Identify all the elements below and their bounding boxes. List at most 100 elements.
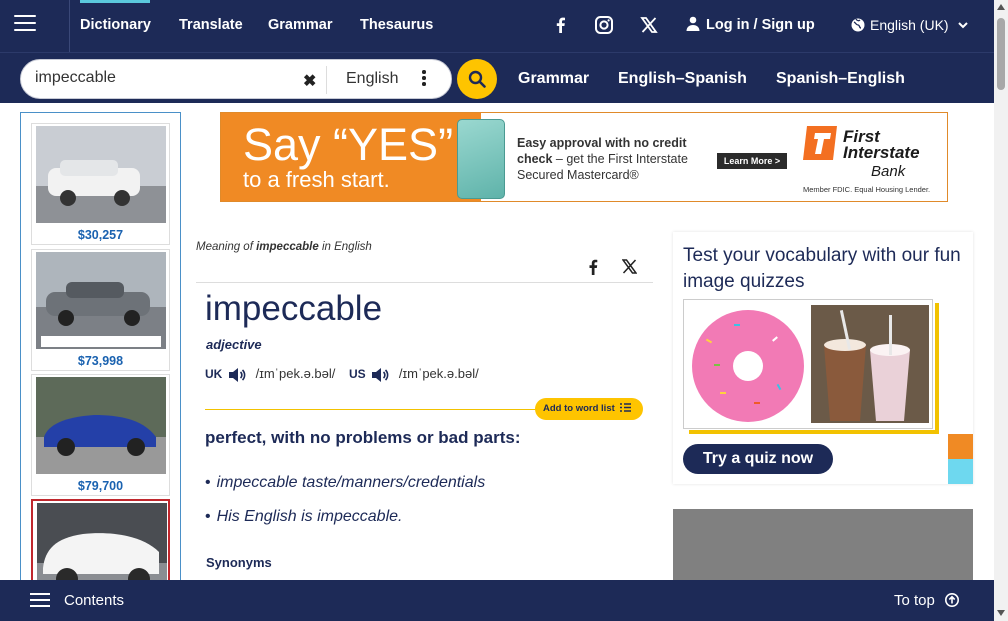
- add-to-word-list-label: Add to word list: [543, 403, 615, 414]
- list-icon: [620, 403, 632, 412]
- divider: [205, 409, 540, 410]
- add-to-word-list-button[interactable]: Add to word list: [535, 398, 643, 420]
- nav-translate[interactable]: Translate: [179, 17, 243, 33]
- headword: impeccable: [205, 289, 383, 328]
- car-photo: [36, 252, 166, 349]
- ad-headline: Say “YES”: [243, 119, 454, 170]
- arrow-up-circle-icon: [945, 593, 960, 607]
- ad-fineprint: Member FDIC. Equal Housing Lender.: [803, 185, 931, 194]
- us-ipa: /ɪmˈpek.ə.bəl/: [398, 366, 479, 381]
- search-language-selector[interactable]: English: [346, 70, 398, 88]
- quiz-widget: Test your vocabulary with our fun image …: [673, 232, 973, 484]
- contents-menu-icon[interactable]: [30, 593, 50, 609]
- to-top-label: To top: [894, 592, 935, 609]
- car-listing[interactable]: $73,998: [31, 249, 170, 371]
- menu-icon[interactable]: [14, 15, 36, 33]
- quiz-title: Test your vocabulary with our fun image …: [683, 245, 961, 292]
- divider: [326, 66, 327, 94]
- uk-ipa: /ɪmˈpek.ə.bəl/: [255, 366, 336, 381]
- definition: perfect, with no problems or bad parts:: [205, 428, 521, 447]
- link-english-spanish[interactable]: English–Spanish: [618, 70, 747, 88]
- scrollbar[interactable]: [994, 0, 1008, 621]
- more-options-icon[interactable]: [421, 69, 427, 89]
- scroll-down-arrow-icon[interactable]: [997, 610, 1005, 616]
- to-top-link[interactable]: To top: [894, 592, 960, 609]
- quiz-image[interactable]: [683, 299, 933, 429]
- ad-learn-more-button[interactable]: Learn More >: [717, 153, 787, 169]
- language-label: English (UK): [870, 17, 949, 33]
- try-quiz-button[interactable]: Try a quiz now: [683, 444, 833, 474]
- login-link[interactable]: Log in / Sign up: [686, 16, 815, 33]
- login-label: Log in / Sign up: [706, 17, 815, 33]
- quiz-image-accent: [935, 303, 939, 433]
- example-text: impeccable taste/manners/credentials: [216, 474, 486, 491]
- example-item: • impeccable taste/manners/credentials: [205, 474, 485, 492]
- x-icon[interactable]: [639, 15, 659, 35]
- uk-label: UK: [205, 367, 223, 381]
- clear-search-icon[interactable]: ✖: [303, 71, 316, 91]
- car-photo: [36, 377, 166, 474]
- instagram-icon[interactable]: [594, 15, 614, 35]
- facebook-icon[interactable]: [551, 15, 571, 35]
- example-item: • His English is impeccable.: [205, 508, 402, 526]
- car-photo: [36, 126, 166, 223]
- car-price: $30,257: [77, 228, 124, 242]
- ad-brand-line2: Interstate: [843, 143, 920, 162]
- example-text: His English is impeccable.: [216, 508, 403, 525]
- divider: [69, 0, 70, 52]
- nav-dictionary[interactable]: Dictionary: [80, 17, 151, 33]
- top-navbar: Dictionary Translate Grammar Thesaurus L…: [0, 0, 994, 52]
- car-price: $79,700: [77, 479, 124, 493]
- search-box: ✖ English: [20, 59, 452, 99]
- ad-orange-panel: Say “YES” to a fresh start.: [221, 113, 481, 201]
- scroll-up-arrow-icon[interactable]: [997, 4, 1005, 10]
- meaning-suffix: in English: [318, 241, 372, 253]
- link-spanish-english[interactable]: Spanish–English: [776, 70, 905, 88]
- quiz-image-art: [684, 300, 932, 428]
- pronunciation-row: UK /ɪmˈpek.ə.bəl/ US /ɪmˈpek.ə.bəl/: [205, 366, 479, 383]
- credit-card-image: [457, 119, 505, 199]
- share-facebook-icon[interactable]: [587, 259, 599, 275]
- search-button[interactable]: [457, 59, 497, 99]
- nav-grammar[interactable]: Grammar: [268, 17, 332, 33]
- language-selector[interactable]: English (UK): [851, 17, 969, 33]
- decorative-square: [948, 459, 973, 484]
- car-ad-column: $30,257 $73,998 $79,700: [20, 112, 181, 582]
- bullet: •: [205, 508, 211, 525]
- us-label: US: [349, 367, 366, 381]
- quiz-image-accent: [689, 430, 939, 434]
- ad-brand-line3: Bank: [871, 163, 906, 180]
- ad-placeholder: [673, 509, 973, 589]
- banner-ad[interactable]: Say “YES” to a fresh start. Easy approva…: [220, 112, 948, 202]
- bank-logo-icon: [803, 126, 837, 160]
- meaning-prefix: Meaning of: [196, 241, 257, 253]
- bottom-bar: Contents To top: [0, 580, 994, 621]
- bullet: •: [205, 474, 211, 491]
- search-icon: [468, 70, 486, 88]
- car-price: $73,998: [77, 354, 124, 368]
- active-tab-indicator: [80, 0, 150, 3]
- link-grammar[interactable]: Grammar: [518, 70, 589, 88]
- decorative-square: [948, 434, 973, 459]
- nav-thesaurus[interactable]: Thesaurus: [360, 17, 433, 33]
- ad-subhead: to a fresh start.: [243, 167, 390, 192]
- ad-brand: First Interstate: [843, 128, 920, 162]
- scroll-thumb[interactable]: [997, 18, 1005, 90]
- search-input[interactable]: [35, 69, 295, 87]
- meaning-heading: Meaning of impeccable in English: [196, 241, 372, 253]
- contents-link[interactable]: Contents: [64, 592, 124, 609]
- user-icon: [686, 16, 700, 31]
- chevron-down-icon: [958, 22, 969, 29]
- share-x-icon[interactable]: [622, 259, 637, 274]
- divider: [196, 282, 653, 283]
- car-listing[interactable]: $79,700: [31, 374, 170, 496]
- ad-body: Easy approval with no credit check – get…: [517, 135, 707, 183]
- search-bar: ✖ English Grammar English–Spanish Spanis…: [0, 52, 994, 103]
- car-listing[interactable]: [31, 499, 170, 581]
- car-photo: [37, 503, 167, 581]
- part-of-speech: adjective: [206, 337, 262, 352]
- globe-icon: [851, 18, 865, 32]
- uk-audio-speaker-icon[interactable]: [228, 367, 246, 383]
- us-audio-speaker-icon[interactable]: [371, 367, 389, 383]
- car-listing[interactable]: $30,257: [31, 123, 170, 245]
